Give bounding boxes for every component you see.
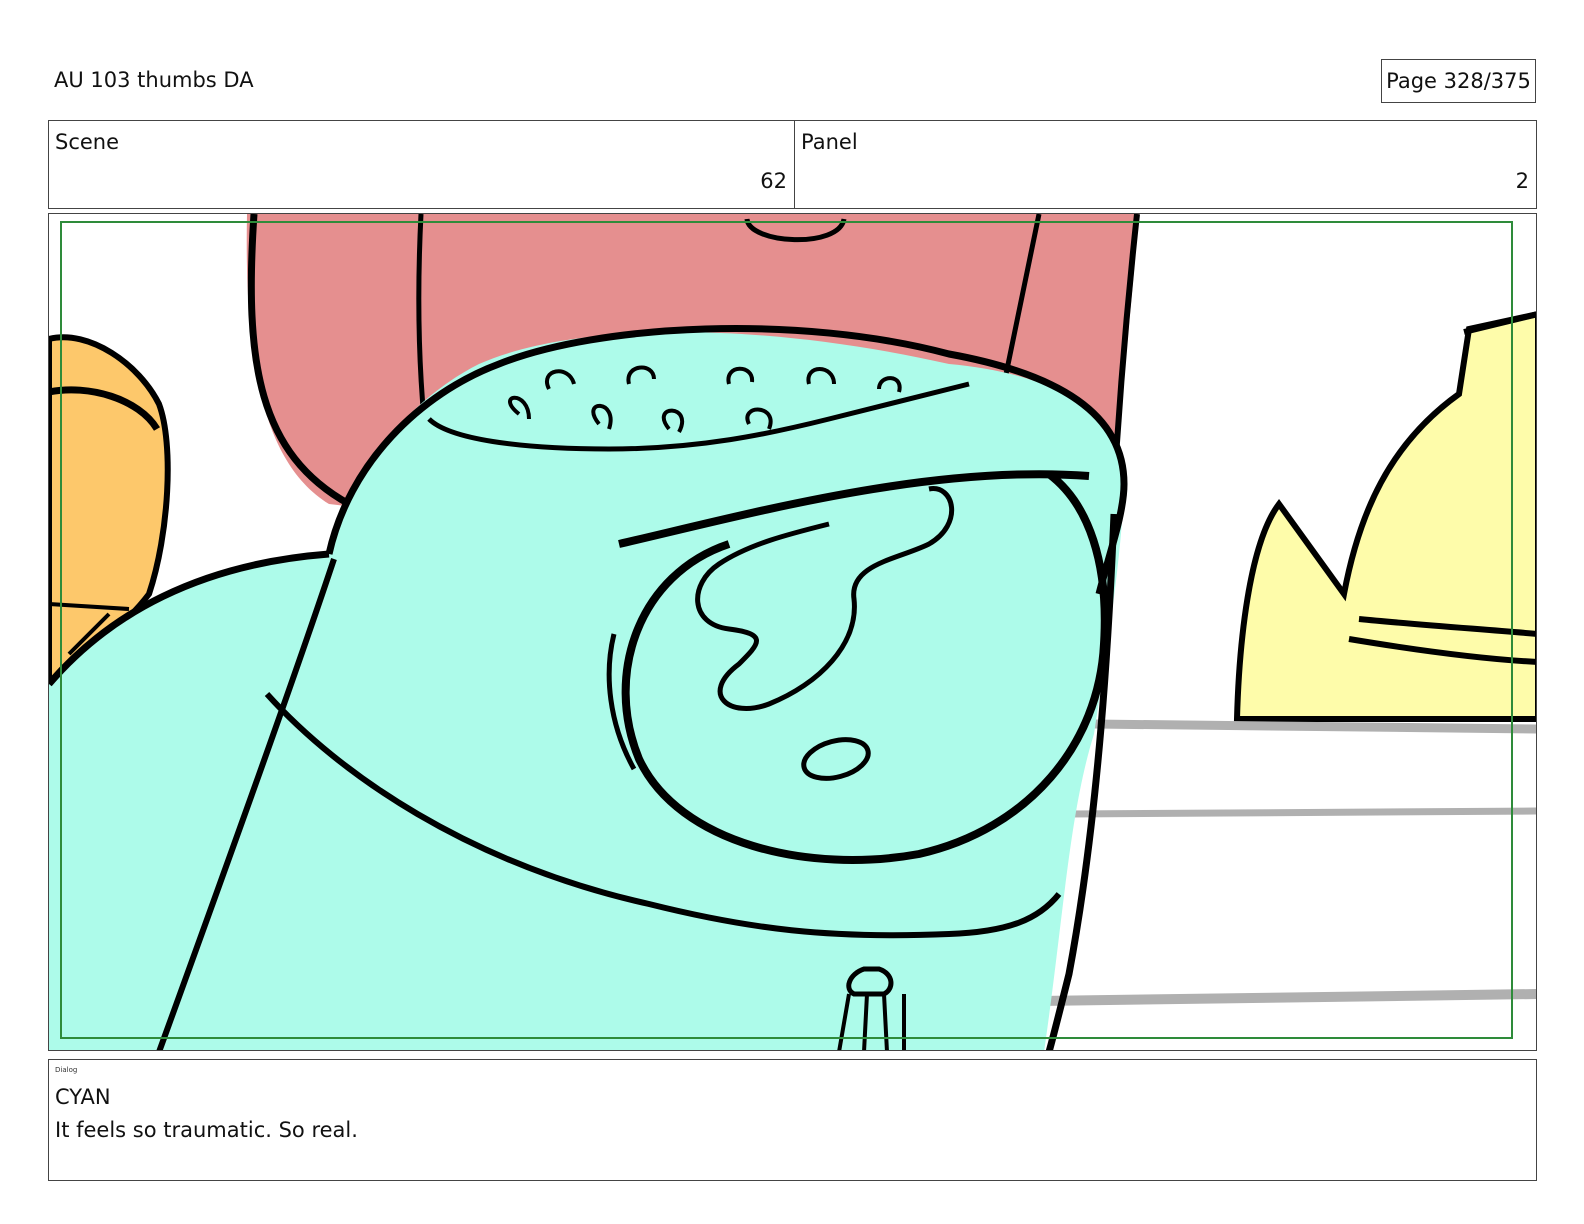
storyboard-panel-frame [48,213,1537,1051]
dialog-character-name: CYAN [55,1085,111,1109]
scene-panel-info: Scene 62 Panel 2 [48,120,1537,209]
dialog-box: Dialog CYAN It feels so traumatic. So re… [48,1059,1537,1181]
panel-label: Panel [801,130,858,154]
dialog-label: Dialog [55,1066,78,1074]
table-lines [1038,719,1536,1006]
cyan-character [49,325,1128,1050]
scene-label: Scene [55,130,120,154]
yellow-character-right [1233,311,1536,722]
document-title: AU 103 thumbs DA [54,68,254,92]
storyboard-drawing [49,214,1536,1050]
panel-cell: Panel 2 [795,121,1536,208]
scene-number: 62 [760,169,787,193]
page-number: Page 328/375 [1381,59,1536,103]
dialog-line: It feels so traumatic. So real. [55,1118,358,1142]
panel-number: 2 [1515,169,1529,193]
scene-cell: Scene 62 [49,121,795,208]
